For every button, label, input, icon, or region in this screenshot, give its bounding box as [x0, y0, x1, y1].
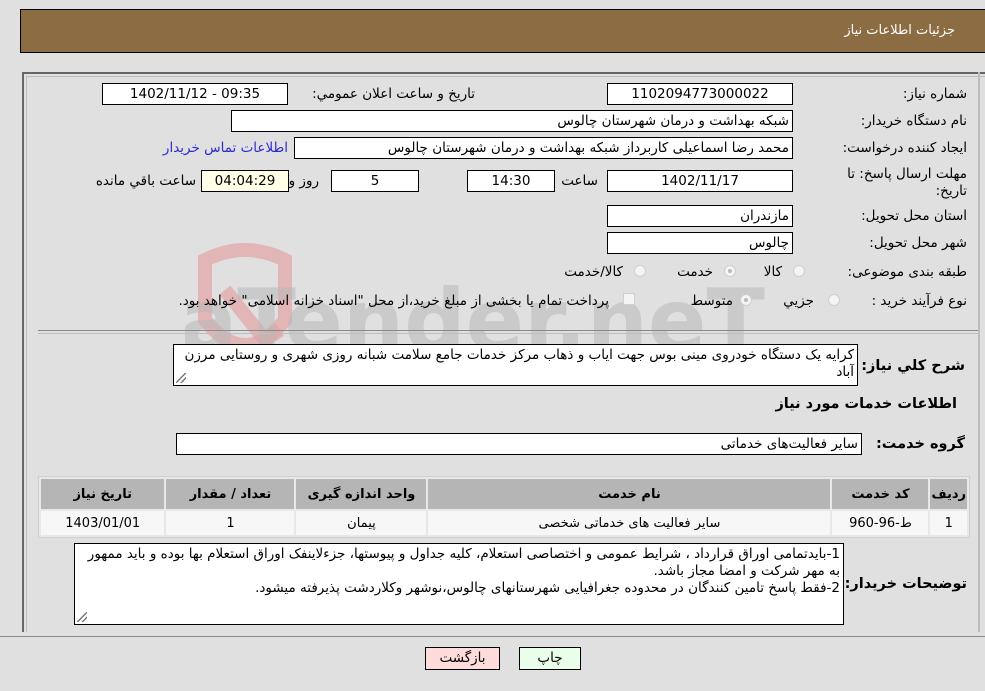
purchase-option-medium: متوسط	[690, 293, 733, 309]
table-header-row: ردیف کد خدمت نام خدمت واحد اندازه گیری ت…	[41, 479, 967, 509]
need-number-label: شماره نیاز:	[902, 86, 967, 102]
purchase-radio-medium[interactable]	[740, 294, 752, 306]
buyer-notes-textarea[interactable]: 1-بایدتمامی اوراق قرارداد ، شرایط عمومی …	[74, 543, 844, 625]
category-option-service: خدمت	[677, 264, 713, 280]
cell-unit: پیمان	[296, 511, 427, 535]
deadline-time-field: 14:30	[467, 170, 555, 192]
cell-service-name: سایر فعالیت های خدماتی شخصی	[428, 511, 831, 535]
cell-row-number: 1	[930, 511, 967, 535]
treasury-checkbox[interactable]	[623, 293, 635, 305]
days-label: روز و	[288, 173, 319, 189]
separator	[38, 330, 978, 331]
need-number-field: 1102094773000022	[607, 83, 793, 105]
cell-need-date: 1403/01/01	[41, 511, 165, 535]
province-field: مازندران	[607, 205, 793, 227]
purchase-type-label: نوع فرآیند خرید :	[871, 293, 967, 309]
province-label: استان محل تحویل:	[861, 208, 967, 224]
col-header-unit: واحد اندازه گیری	[296, 479, 427, 509]
city-label: شهر محل تحویل:	[869, 235, 967, 251]
requester-label: ایجاد کننده درخواست:	[842, 140, 967, 156]
purchase-radio-minor[interactable]	[828, 294, 840, 306]
description-text: کرایه یک دستگاه خودروی مینی بوس جهت ایاب…	[184, 347, 854, 380]
services-section-title: اطلاعات خدمات مورد نیاز	[775, 396, 957, 412]
service-group-field: سایر فعالیت‌های خدماتی	[176, 433, 862, 455]
back-button[interactable]: بازگشت	[425, 647, 500, 670]
resize-grip-icon[interactable]	[176, 373, 186, 383]
city-field: چالوس	[607, 232, 793, 254]
treasury-note: پرداخت تمام یا بخشی از مبلغ خرید،از محل …	[178, 293, 609, 309]
deadline-label-line1: مهلت ارسال پاسخ: تا	[847, 166, 967, 182]
buyer-contact-link[interactable]: اطلاعات تماس خريدار	[163, 140, 288, 156]
category-radio-goods-service[interactable]	[634, 265, 646, 277]
cell-quantity: 1	[166, 511, 295, 535]
col-header-row-number: ردیف	[930, 479, 967, 509]
col-header-need-date: تاریخ نیاز	[41, 479, 165, 509]
purchase-option-minor: جزيي	[783, 293, 814, 309]
category-radio-service[interactable]	[724, 265, 736, 277]
buyer-org-label: نام دستگاه خريدار:	[860, 113, 967, 129]
footer-separator	[0, 636, 985, 637]
buyer-org-field: شبکه بهداشت و درمان شهرستان چالوس	[231, 110, 793, 132]
announce-datetime-label: تاریخ و ساعت اعلان عمومي:	[312, 86, 475, 102]
description-textarea[interactable]: کرایه یک دستگاه خودروی مینی بوس جهت ایاب…	[173, 344, 858, 386]
buyer-notes-line-2: 2-فقط پاسخ تامین کنندگان در محدوده جغراف…	[255, 580, 840, 596]
requester-field: محمد رضا اسماعیلی کاربرداز شبکه بهداشت و…	[294, 137, 793, 159]
category-option-goods-service: کالا/خدمت	[564, 264, 623, 280]
deadline-date-field: 1402/11/17	[607, 170, 793, 192]
remaining-days-field: 5	[331, 170, 419, 192]
buyer-notes-label: توضیحات خریدار:	[844, 576, 967, 592]
deadline-label-line2: تاریخ:	[935, 183, 967, 199]
category-option-goods: کالا	[763, 264, 782, 280]
description-label: شرح کلي نياز:	[861, 358, 965, 374]
remaining-time-label: ساعت باقي مانده	[95, 173, 196, 189]
page-header: جزئیات اطلاعات نیاز	[20, 9, 985, 53]
service-group-label: گروه خدمت:	[875, 436, 965, 452]
category-radio-goods[interactable]	[793, 265, 805, 277]
resize-grip-icon[interactable]	[77, 612, 87, 622]
print-button[interactable]: چاپ	[519, 647, 581, 670]
services-table: ردیف کد خدمت نام خدمت واحد اندازه گیری ت…	[38, 476, 970, 538]
col-header-quantity: تعداد / مقدار	[166, 479, 295, 509]
deadline-time-label: ساعت	[561, 173, 598, 189]
col-header-service-code: کد خدمت	[832, 479, 929, 509]
page-title: جزئیات اطلاعات نیاز	[844, 23, 955, 38]
col-header-service-name: نام خدمت	[428, 479, 831, 509]
separator	[38, 333, 978, 334]
buyer-notes-line-1: 1-بایدتمامی اوراق قرارداد ، شرایط عمومی …	[87, 546, 840, 579]
category-label: طبقه بندی موضوعی:	[847, 264, 967, 280]
panel-right-border	[978, 72, 980, 632]
announce-datetime-field: 1402/11/12 - 09:35	[102, 83, 288, 105]
remaining-time-field: 04:04:29	[201, 170, 289, 192]
cell-service-code: ط-96-960	[832, 511, 929, 535]
table-row: 1 ط-96-960 سایر فعالیت های خدماتی شخصی پ…	[41, 511, 967, 535]
